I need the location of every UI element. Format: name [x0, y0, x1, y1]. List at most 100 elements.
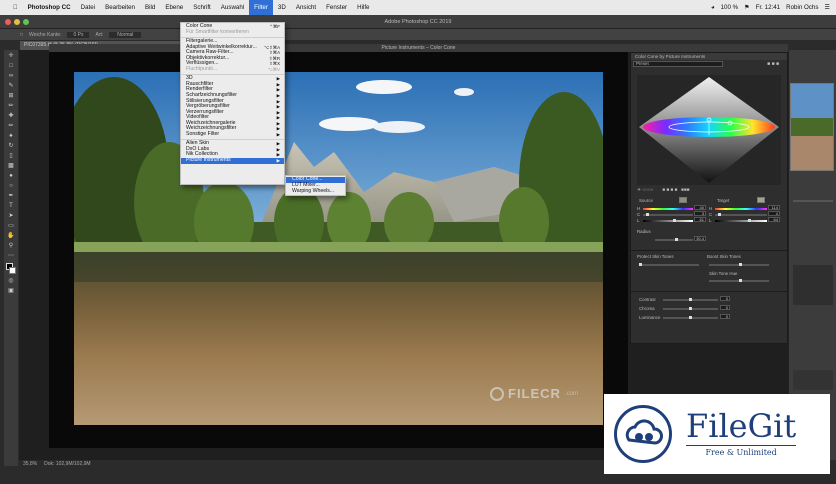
target-c-value[interactable]: 4 [768, 211, 780, 216]
style-select[interactable]: Normal [109, 31, 142, 38]
stamp-tool-icon[interactable]: ♠ [6, 133, 16, 140]
close-window-button[interactable] [5, 19, 11, 25]
color-swatches[interactable] [6, 263, 16, 275]
zoom-window-button[interactable] [23, 19, 29, 25]
clock[interactable]: Fr. 12:41 [756, 4, 780, 11]
navigator-thumbnail[interactable] [790, 83, 834, 171]
menu-photoshop[interactable]: Photoshop CC [23, 0, 76, 15]
window-title: Adobe Photoshop CC 2019 [0, 15, 836, 29]
feather-input[interactable]: 0 Px [67, 31, 90, 38]
dock-slider[interactable] [793, 200, 833, 202]
marquee-tool-icon[interactable]: □ [6, 63, 16, 70]
healing-tool-icon[interactable]: ✚ [6, 113, 16, 120]
target-h-slider[interactable] [715, 208, 767, 210]
filter-menu-item[interactable]: Fluchtpunkt... ⌥⌘V [181, 66, 284, 73]
history-brush-tool-icon[interactable]: ↻ [6, 143, 16, 150]
hand-tool-icon[interactable]: ✋ [6, 233, 16, 240]
eyedropper-tool-icon[interactable]: ✏ [6, 103, 16, 110]
protect-skin-slider[interactable] [639, 263, 699, 266]
submenu-item[interactable]: Warping Wheels... [286, 188, 345, 195]
menu-ansicht[interactable]: Ansicht [291, 0, 321, 15]
path-select-tool-icon[interactable]: ➤ [6, 213, 16, 220]
skin-hue-slider[interactable] [709, 279, 769, 282]
target-c-slider[interactable] [715, 213, 767, 216]
menu-3d[interactable]: 3D [273, 0, 291, 15]
source-h-slider[interactable] [643, 208, 693, 210]
color-cone-view[interactable] [637, 75, 781, 185]
boost-skin-slider[interactable] [709, 263, 769, 266]
view-icons-row[interactable]: ☀ ○○○○ ■ ■ ■ ■ ■■■ [637, 187, 781, 193]
filter-menu-item[interactable]: Sonstige Filter ▶ [181, 131, 284, 138]
filter-menu-item[interactable]: Picture Instruments ▶ [181, 157, 284, 164]
more-tools-icon[interactable]: ⋯ [6, 253, 16, 260]
source-c-slider[interactable] [643, 213, 693, 216]
luminance-value[interactable]: 0 [720, 314, 730, 319]
protect-skin-label: Protect Skin Tones [637, 254, 674, 259]
eraser-tool-icon[interactable]: ▯ [6, 153, 16, 160]
gradient-tool-icon[interactable]: ▩ [6, 163, 16, 170]
dodge-tool-icon[interactable]: ○ [6, 183, 16, 190]
preset-select[interactable]: Preset [633, 61, 723, 67]
blur-tool-icon[interactable]: ● [6, 173, 16, 180]
menu-auswahl[interactable]: Auswahl [216, 0, 249, 15]
panel-buttons[interactable]: ■ ■ ■ [767, 61, 779, 67]
doc-info[interactable]: Dok: 102,9M/102,9M [44, 461, 90, 467]
filecr-domain: .com [564, 390, 578, 397]
menu-bild[interactable]: Bild [140, 0, 160, 15]
target-c-label: C [709, 212, 713, 217]
menu-datei[interactable]: Datei [76, 0, 100, 15]
filecr-logo-icon [490, 386, 504, 401]
source-c-value[interactable]: 3 [694, 211, 706, 216]
marquee-tool-icon[interactable]: □ [20, 32, 23, 38]
brush-tool-icon[interactable]: ✏ [6, 123, 16, 130]
filter-menu-item[interactable]: Für Smartfilter konvertieren [181, 29, 284, 36]
menu-fenster[interactable]: Fenster [321, 0, 352, 15]
zoom-tool-icon[interactable]: ⚲ [6, 243, 16, 250]
landscape-photo[interactable] [74, 72, 603, 425]
minimize-window-button[interactable] [14, 19, 20, 25]
contrast-slider[interactable] [663, 298, 718, 301]
menu-hilfe[interactable]: Hilfe [352, 0, 374, 15]
menu-ebene[interactable]: Ebene [160, 0, 188, 15]
filegit-tagline: Free & Unlimited [686, 445, 797, 457]
shape-tool-icon[interactable]: ▭ [6, 223, 16, 230]
contrast-value[interactable]: 0 [720, 296, 730, 301]
apple-icon[interactable]:  [8, 0, 23, 15]
list-icon[interactable]: ☰ [824, 4, 830, 11]
quick-mask-icon[interactable]: ◎ [6, 278, 16, 285]
menu-filter[interactable]: Filter [249, 0, 273, 15]
source-l-slider[interactable] [643, 219, 693, 222]
background-color[interactable] [9, 267, 16, 274]
filegit-name: FileGit [686, 407, 797, 445]
mac-menu-bar:  Photoshop CC Datei Bearbeiten Bild Ebe… [0, 0, 836, 15]
wifi-icon[interactable]: ◕ [711, 4, 715, 11]
target-h-value[interactable]: 114 [768, 205, 780, 210]
chroma-value[interactable]: 0 [720, 305, 730, 310]
type-tool-icon[interactable]: T [6, 203, 16, 210]
menu-bearbeiten[interactable]: Bearbeiten [100, 0, 140, 15]
zoom-level[interactable]: 35,8% [23, 461, 37, 467]
target-l-slider[interactable] [715, 219, 767, 222]
style-label: Art: [95, 31, 104, 38]
target-swatch[interactable] [757, 197, 765, 203]
chroma-slider[interactable] [663, 307, 718, 310]
luminance-slider[interactable] [663, 316, 718, 319]
source-swatch[interactable] [679, 197, 687, 203]
crop-tool-icon[interactable]: ⊞ [6, 93, 16, 100]
screen-mode-icon[interactable]: ▣ [6, 288, 16, 295]
user-name[interactable]: Robin Ochs [786, 4, 818, 11]
source-l-value[interactable]: 61 [694, 217, 706, 222]
menu-schrift[interactable]: Schrift [188, 0, 216, 15]
quick-select-tool-icon[interactable]: ✎ [6, 83, 16, 90]
menu-item-shortcut: ⌥⌘V [267, 66, 280, 72]
lasso-tool-icon[interactable]: ∞ [6, 73, 16, 80]
radius-value[interactable]: 39.4 [694, 236, 706, 241]
pen-tool-icon[interactable]: ✒ [6, 193, 16, 200]
battery-level[interactable]: 100 % [721, 4, 739, 11]
radius-slider[interactable] [655, 238, 693, 241]
target-l-value[interactable]: 64 [768, 217, 780, 222]
move-tool-icon[interactable]: ✛ [6, 53, 16, 60]
source-h-value[interactable]: 40 [694, 205, 706, 210]
flag-icon[interactable]: ⚑ [744, 4, 750, 11]
submenu-arrow-icon: ▶ [276, 131, 280, 137]
